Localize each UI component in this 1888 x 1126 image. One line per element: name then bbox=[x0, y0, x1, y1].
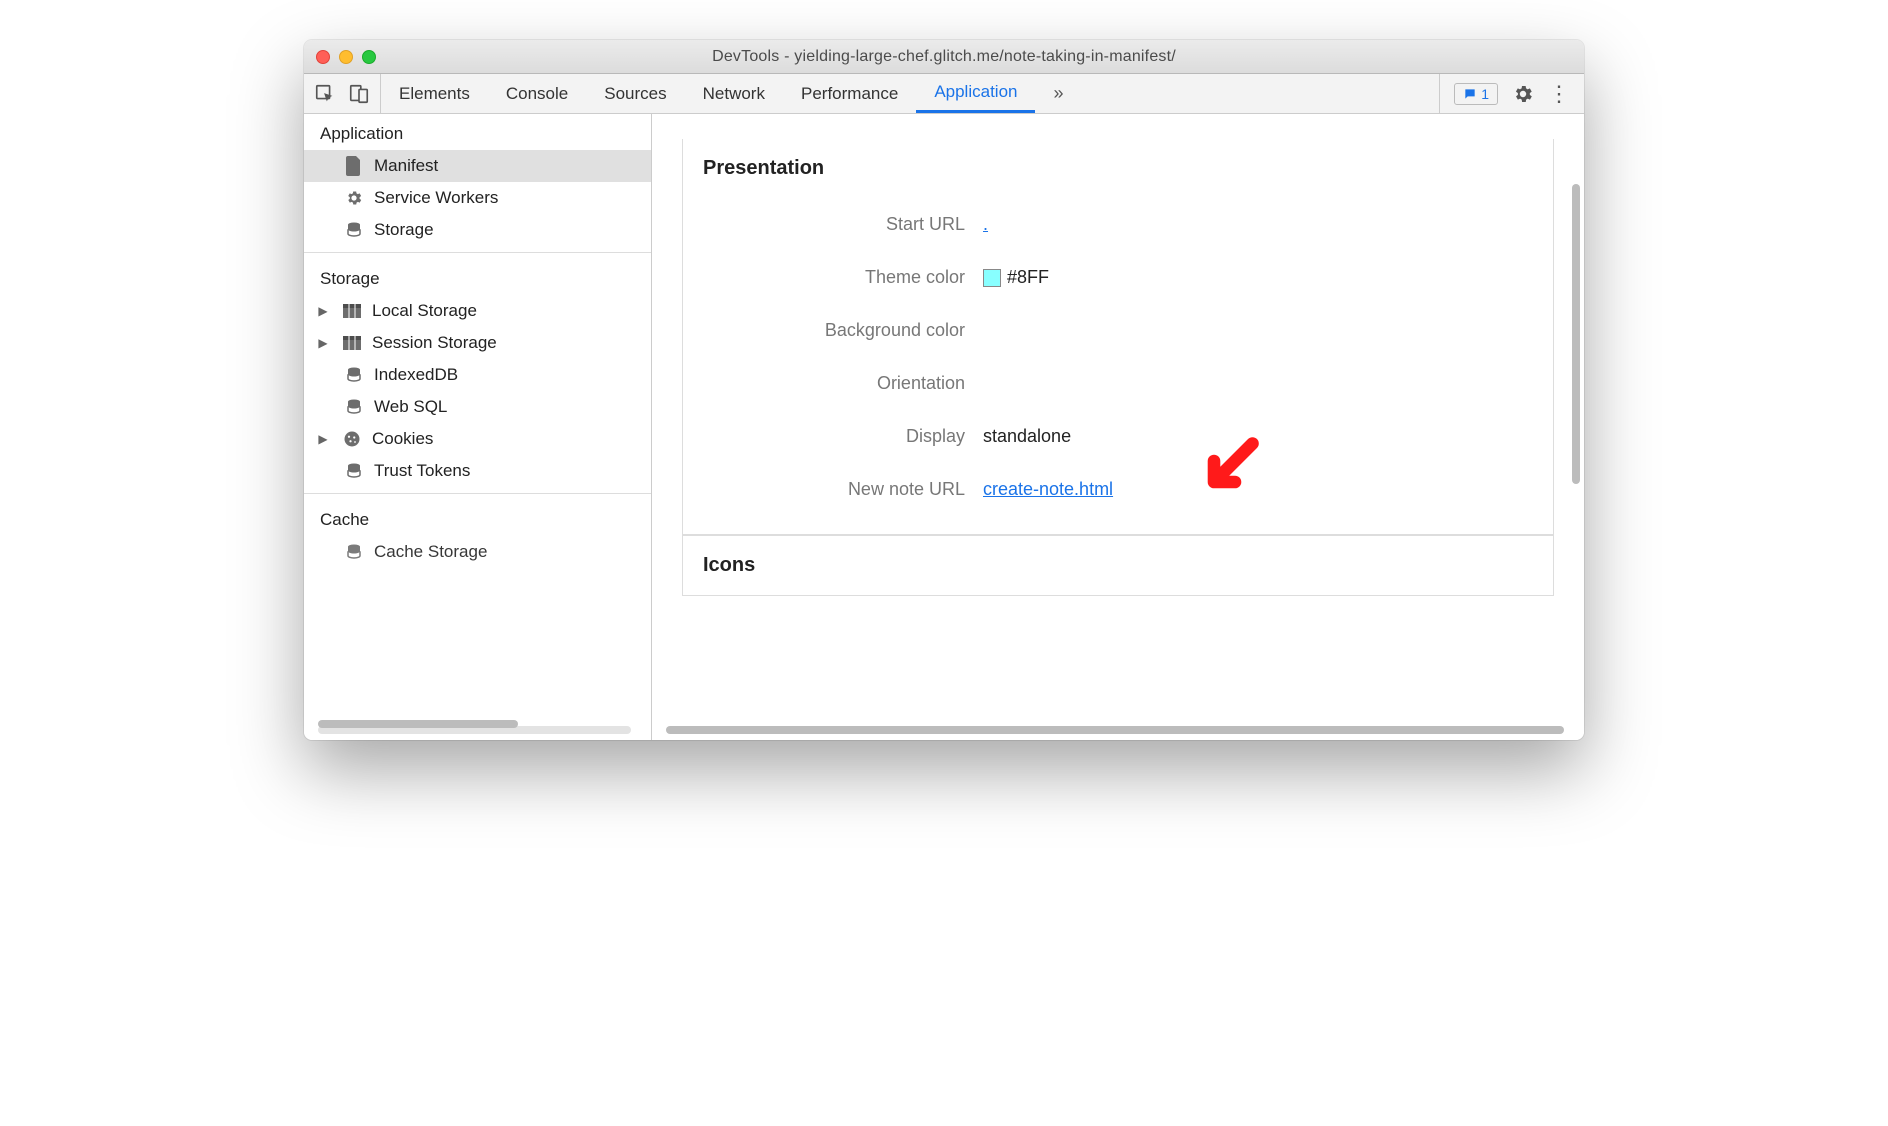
inspect-icon[interactable] bbox=[314, 83, 336, 105]
new-note-url-link[interactable]: create-note.html bbox=[983, 479, 1113, 499]
sidebar-item-label: Storage bbox=[374, 220, 434, 240]
sidebar-item-service-workers[interactable]: Service Workers bbox=[304, 182, 651, 214]
toolbar: Elements Console Sources Network Perform… bbox=[304, 74, 1584, 114]
main-vertical-scrollbar[interactable] bbox=[1572, 184, 1580, 660]
label-display: Display bbox=[703, 426, 983, 447]
issues-badge[interactable]: 1 bbox=[1454, 83, 1498, 105]
sidebar-item-label: Manifest bbox=[374, 156, 438, 176]
section-icons-title: Icons bbox=[703, 536, 1533, 595]
sidebar-item-manifest[interactable]: Manifest bbox=[304, 150, 651, 182]
theme-color-value: #8FF bbox=[1007, 267, 1049, 287]
settings-icon[interactable] bbox=[1512, 83, 1534, 105]
database-icon bbox=[344, 397, 364, 417]
start-url-link[interactable]: . bbox=[983, 214, 988, 234]
sidebar-group-cache: Cache bbox=[304, 500, 651, 536]
caret-icon: ▶ bbox=[318, 432, 328, 446]
window-title: DevTools - yielding-large-chef.glitch.me… bbox=[304, 48, 1584, 66]
sidebar-item-session-storage[interactable]: ▶ Session Storage bbox=[304, 327, 651, 359]
label-orientation: Orientation bbox=[703, 373, 983, 394]
close-window-button[interactable] bbox=[316, 50, 330, 64]
sidebar-item-label: IndexedDB bbox=[374, 365, 458, 385]
maximize-window-button[interactable] bbox=[362, 50, 376, 64]
sidebar-item-cache-storage[interactable]: Cache Storage bbox=[304, 536, 651, 568]
main-horizontal-scrollbar[interactable] bbox=[666, 726, 1564, 734]
minimize-window-button[interactable] bbox=[339, 50, 353, 64]
table-icon bbox=[342, 301, 362, 321]
tabs-overflow-button[interactable]: » bbox=[1035, 74, 1081, 113]
table-icon bbox=[342, 333, 362, 353]
tab-performance[interactable]: Performance bbox=[783, 74, 916, 113]
device-icon[interactable] bbox=[348, 83, 370, 105]
row-start-url: Start URL . bbox=[703, 198, 1533, 251]
row-orientation: Orientation bbox=[703, 357, 1533, 410]
tab-elements[interactable]: Elements bbox=[381, 74, 488, 113]
panel-tabs: Elements Console Sources Network Perform… bbox=[381, 74, 1439, 113]
sidebar-item-label: Cache Storage bbox=[374, 542, 487, 562]
label-theme-color: Theme color bbox=[703, 267, 983, 288]
sidebar-item-trust-tokens[interactable]: Trust Tokens bbox=[304, 455, 651, 487]
sidebar-item-label: Trust Tokens bbox=[374, 461, 470, 481]
sidebar-item-label: Session Storage bbox=[372, 333, 497, 353]
sidebar-item-storage[interactable]: Storage bbox=[304, 214, 651, 246]
sidebar-item-indexeddb[interactable]: IndexedDB bbox=[304, 359, 651, 391]
label-start-url: Start URL bbox=[703, 214, 983, 235]
sidebar-item-label: Web SQL bbox=[374, 397, 447, 417]
tab-console[interactable]: Console bbox=[488, 74, 586, 113]
sidebar-item-label: Cookies bbox=[372, 429, 433, 449]
window-controls bbox=[316, 50, 376, 64]
cookie-icon bbox=[342, 429, 362, 449]
sidebar-item-cookies[interactable]: ▶ Cookies bbox=[304, 423, 651, 455]
database-icon bbox=[344, 365, 364, 385]
sidebar-item-websql[interactable]: Web SQL bbox=[304, 391, 651, 423]
body: Application Manifest Service Workers Sto… bbox=[304, 114, 1584, 740]
tab-sources[interactable]: Sources bbox=[586, 74, 684, 113]
caret-icon: ▶ bbox=[318, 336, 328, 350]
database-icon bbox=[344, 220, 364, 240]
display-value: standalone bbox=[983, 426, 1071, 447]
gear-icon bbox=[344, 188, 364, 208]
label-background-color: Background color bbox=[703, 320, 983, 341]
row-background-color: Background color bbox=[703, 304, 1533, 357]
sidebar-item-label: Service Workers bbox=[374, 188, 498, 208]
row-display: Display standalone bbox=[703, 410, 1533, 463]
sidebar: Application Manifest Service Workers Sto… bbox=[304, 114, 652, 740]
section-presentation-title: Presentation bbox=[703, 139, 1533, 198]
sidebar-item-local-storage[interactable]: ▶ Local Storage bbox=[304, 295, 651, 327]
sidebar-group-storage: Storage bbox=[304, 259, 651, 295]
label-new-note-url: New note URL bbox=[703, 479, 983, 500]
sidebar-item-label: Local Storage bbox=[372, 301, 477, 321]
row-new-note-url: New note URL create-note.html bbox=[703, 463, 1533, 516]
manifest-panel: Presentation Start URL . Theme color #8F… bbox=[652, 114, 1584, 740]
tab-network[interactable]: Network bbox=[685, 74, 783, 113]
sidebar-group-application: Application bbox=[304, 114, 651, 150]
titlebar: DevTools - yielding-large-chef.glitch.me… bbox=[304, 40, 1584, 74]
issues-count: 1 bbox=[1481, 86, 1489, 102]
sidebar-horizontal-scrollbar[interactable] bbox=[318, 726, 631, 734]
database-icon bbox=[344, 461, 364, 481]
tab-application[interactable]: Application bbox=[916, 74, 1035, 113]
kebab-menu-icon[interactable]: ⋮ bbox=[1548, 81, 1570, 107]
caret-icon: ▶ bbox=[318, 304, 328, 318]
file-icon bbox=[344, 156, 364, 176]
database-icon bbox=[344, 542, 364, 562]
row-theme-color: Theme color #8FF bbox=[703, 251, 1533, 304]
devtools-window: DevTools - yielding-large-chef.glitch.me… bbox=[304, 40, 1584, 740]
theme-color-swatch bbox=[983, 269, 1001, 287]
